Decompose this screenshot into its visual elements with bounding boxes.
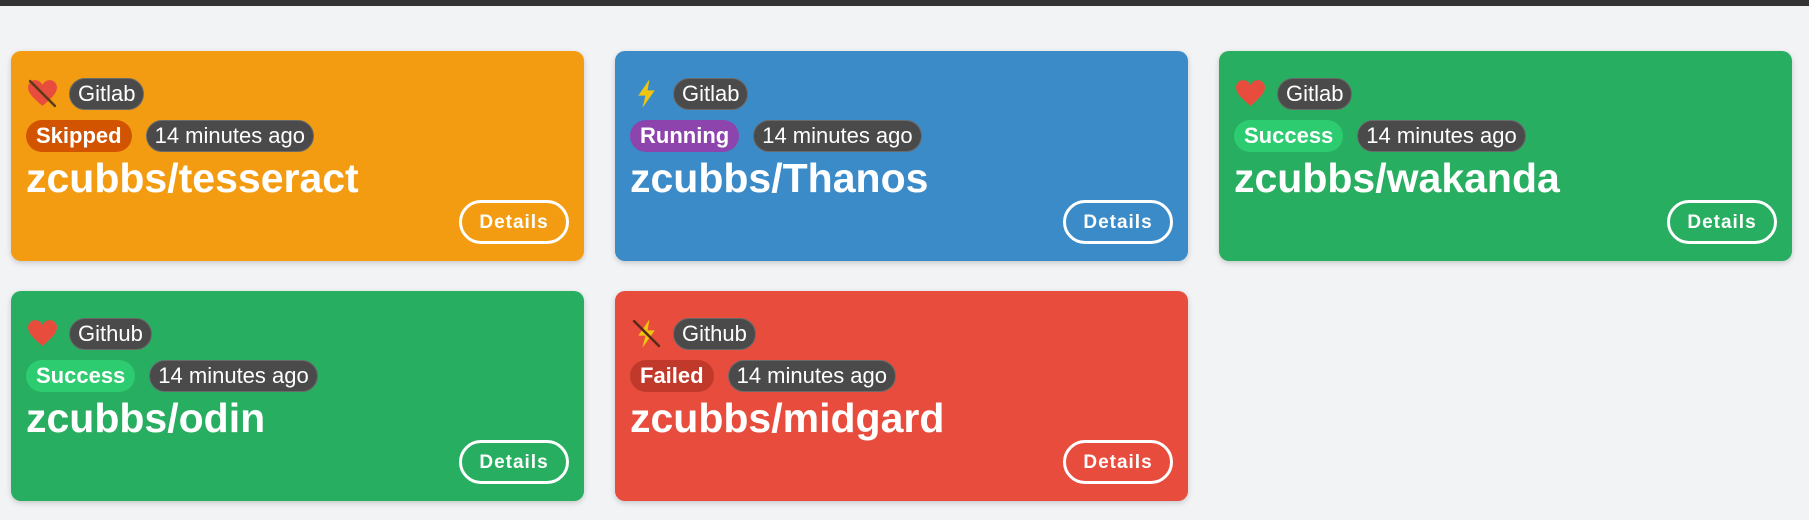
- lightning-icon: [630, 77, 663, 110]
- time-badge: 14 minutes ago: [727, 360, 897, 392]
- repo-title: zcubbs/Thanos: [630, 155, 929, 201]
- pipeline-card-wakanda: Gitlab Success 14 minutes ago zcubbs/wak…: [1219, 51, 1792, 261]
- provider-badge: Github: [673, 317, 756, 350]
- card-meta: Skipped 14 minutes ago: [26, 120, 315, 152]
- provider-badge: Gitlab: [673, 77, 749, 110]
- card-meta: Running 14 minutes ago: [630, 120, 922, 152]
- card-header: Github: [26, 317, 152, 350]
- pipeline-card-midgard: Github Failed 14 minutes ago zcubbs/midg…: [615, 291, 1188, 501]
- card-meta: Success 14 minutes ago: [1234, 120, 1526, 152]
- status-badge: Success: [1234, 120, 1344, 152]
- repo-title: zcubbs/tesseract: [26, 155, 359, 201]
- time-badge: 14 minutes ago: [149, 360, 318, 392]
- card-header: Gitlab: [1234, 77, 1353, 110]
- card-meta: Failed 14 minutes ago: [630, 360, 897, 392]
- time-badge: 14 minutes ago: [1357, 120, 1526, 152]
- card-meta: Success 14 minutes ago: [26, 360, 318, 392]
- broken-heart-icon: [26, 77, 59, 110]
- repo-title: zcubbs/midgard: [630, 395, 945, 441]
- lightning-off-icon: [630, 317, 663, 350]
- heart-icon: [26, 317, 59, 350]
- pipeline-card-thanos: Gitlab Running 14 minutes ago zcubbs/Tha…: [615, 51, 1188, 261]
- details-button[interactable]: Details: [1667, 200, 1777, 244]
- heart-icon: [1234, 77, 1267, 110]
- top-bar: [0, 0, 1809, 6]
- card-header: Github: [630, 317, 756, 350]
- status-badge: Success: [26, 360, 136, 392]
- pipeline-grid: Gitlab Skipped 14 minutes ago zcubbs/tes…: [11, 51, 1794, 501]
- time-badge: 14 minutes ago: [145, 120, 315, 152]
- pipeline-card-tesseract: Gitlab Skipped 14 minutes ago zcubbs/tes…: [11, 51, 584, 261]
- repo-title: zcubbs/odin: [26, 395, 266, 441]
- provider-badge: Gitlab: [69, 77, 145, 110]
- pipeline-card-odin: Github Success 14 minutes ago zcubbs/odi…: [11, 291, 584, 501]
- details-button[interactable]: Details: [1063, 200, 1173, 244]
- details-button[interactable]: Details: [1063, 440, 1173, 484]
- status-badge: Skipped: [26, 120, 132, 152]
- time-badge: 14 minutes ago: [753, 120, 922, 152]
- card-header: Gitlab: [630, 77, 749, 110]
- provider-badge: Github: [69, 317, 152, 350]
- details-button[interactable]: Details: [459, 200, 569, 244]
- repo-title: zcubbs/wakanda: [1234, 155, 1560, 201]
- details-button[interactable]: Details: [459, 440, 569, 484]
- card-header: Gitlab: [26, 77, 145, 110]
- provider-badge: Gitlab: [1277, 77, 1353, 110]
- status-badge: Running: [630, 120, 740, 152]
- status-badge: Failed: [630, 360, 714, 392]
